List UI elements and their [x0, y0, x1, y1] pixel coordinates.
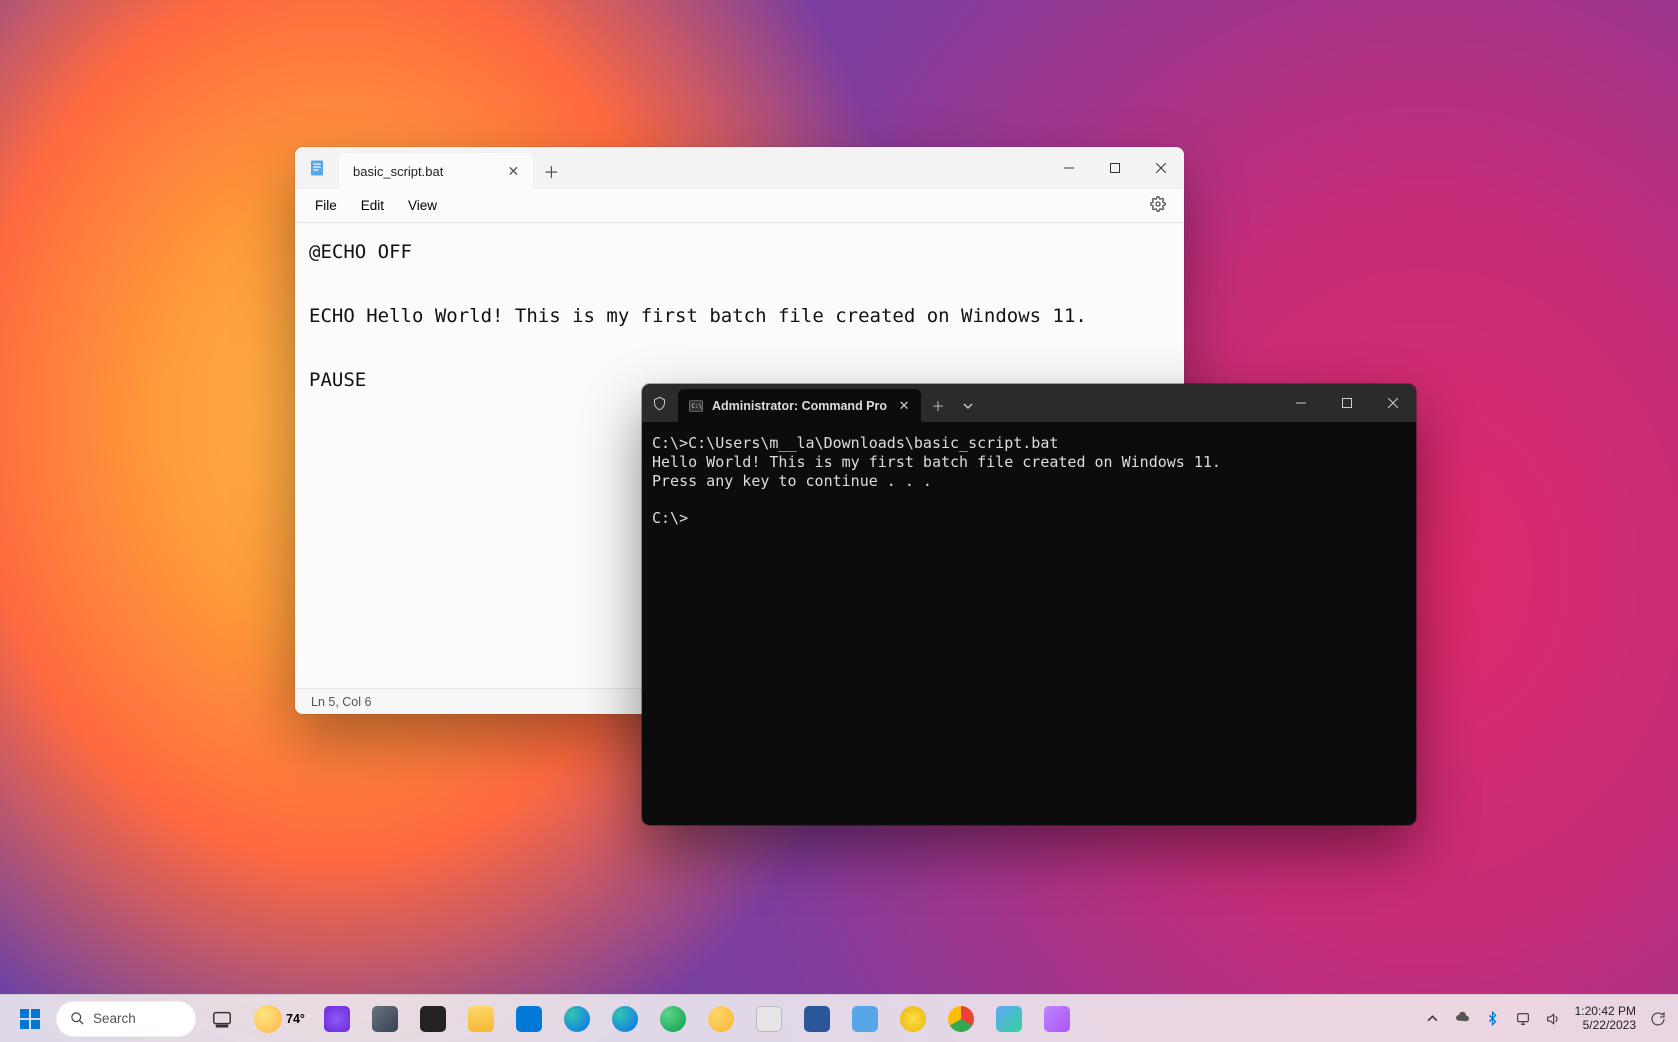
tray-overflow-chevron-icon[interactable]	[1419, 999, 1447, 1039]
taskbar-app-edge[interactable]	[555, 999, 599, 1039]
notepad-titlebar[interactable]: basic_script.bat ✕ ＋	[295, 147, 1184, 189]
taskbar-search[interactable]: Search	[56, 1001, 196, 1037]
admin-shield-icon	[642, 384, 676, 422]
terminal-output[interactable]: C:\>C:\Users\m__la\Downloads\basic_scrip…	[642, 422, 1416, 825]
taskbar-app-chrome[interactable]	[939, 999, 983, 1039]
taskbar-app-snipping[interactable]	[747, 999, 791, 1039]
taskbar-app-outlook[interactable]	[507, 999, 551, 1039]
search-label: Search	[93, 1011, 136, 1026]
terminal-tab-close-icon[interactable]: ✕	[895, 398, 913, 414]
terminal-titlebar[interactable]: C:\ Administrator: Command Pro ✕ ＋	[642, 384, 1416, 422]
notepad-tab-title: basic_script.bat	[353, 164, 443, 179]
task-view-button[interactable]	[200, 999, 244, 1039]
terminal-tab[interactable]: C:\ Administrator: Command Pro ✕	[678, 389, 921, 422]
notepad-tab[interactable]: basic_script.bat ✕	[339, 153, 533, 189]
taskbar-app-edge-dev[interactable]	[651, 999, 695, 1039]
taskbar-app-edge-canary[interactable]	[699, 999, 743, 1039]
tray-notifications-icon[interactable]	[1644, 999, 1672, 1039]
taskbar-app-chrome-canary[interactable]	[891, 999, 935, 1039]
taskbar-clock[interactable]: 1:20:42 PM 5/22/2023	[1569, 1005, 1642, 1033]
taskbar-app-misc1[interactable]	[987, 999, 1031, 1039]
menu-file[interactable]: File	[303, 194, 349, 217]
notepad-app-icon	[295, 147, 339, 189]
weather-temp: 74°	[286, 1012, 305, 1026]
close-button[interactable]	[1138, 147, 1184, 189]
minimize-button[interactable]	[1278, 384, 1324, 422]
terminal-tab-dropdown-icon[interactable]	[955, 389, 981, 422]
taskbar-app-settings[interactable]	[363, 999, 407, 1039]
taskbar-app-misc2[interactable]	[1035, 999, 1079, 1039]
settings-gear-icon[interactable]	[1140, 192, 1176, 219]
maximize-button[interactable]	[1092, 147, 1138, 189]
svg-text:C:\: C:\	[691, 403, 702, 410]
clock-time: 1:20:42 PM	[1575, 1005, 1636, 1019]
menu-edit[interactable]: Edit	[349, 194, 396, 217]
minimize-button[interactable]	[1046, 147, 1092, 189]
taskbar-app-chat[interactable]	[315, 999, 359, 1039]
taskbar-app-word[interactable]	[795, 999, 839, 1039]
close-button[interactable]	[1370, 384, 1416, 422]
maximize-button[interactable]	[1324, 384, 1370, 422]
weather-widget[interactable]: 74°	[248, 999, 311, 1039]
taskbar-app-notepad[interactable]	[843, 999, 887, 1039]
tray-volume-icon[interactable]	[1539, 999, 1567, 1039]
taskbar-app-terminal[interactable]	[411, 999, 455, 1039]
weather-sun-icon	[254, 1005, 282, 1033]
cmd-icon: C:\	[688, 398, 704, 414]
terminal-window: C:\ Administrator: Command Pro ✕ ＋ C:\>C…	[642, 384, 1416, 825]
taskbar-app-explorer[interactable]	[459, 999, 503, 1039]
search-icon	[70, 1011, 85, 1026]
start-button[interactable]	[8, 999, 52, 1039]
taskbar: Search 74° 1:20:42 PM 5/22	[0, 994, 1678, 1042]
terminal-tab-title: Administrator: Command Pro	[712, 399, 887, 413]
cursor-position: Ln 5, Col 6	[311, 695, 371, 709]
tray-bluetooth-icon[interactable]	[1479, 999, 1507, 1039]
notepad-menubar: File Edit View	[295, 189, 1184, 223]
taskbar-app-edge-beta[interactable]	[603, 999, 647, 1039]
clock-date: 5/22/2023	[1575, 1019, 1636, 1033]
notepad-tab-close-icon[interactable]: ✕	[503, 161, 523, 181]
tray-network-icon[interactable]	[1509, 999, 1537, 1039]
notepad-new-tab-button[interactable]: ＋	[533, 153, 569, 189]
menu-view[interactable]: View	[396, 194, 449, 217]
terminal-new-tab-button[interactable]: ＋	[921, 389, 955, 422]
tray-onedrive-icon[interactable]	[1449, 999, 1477, 1039]
